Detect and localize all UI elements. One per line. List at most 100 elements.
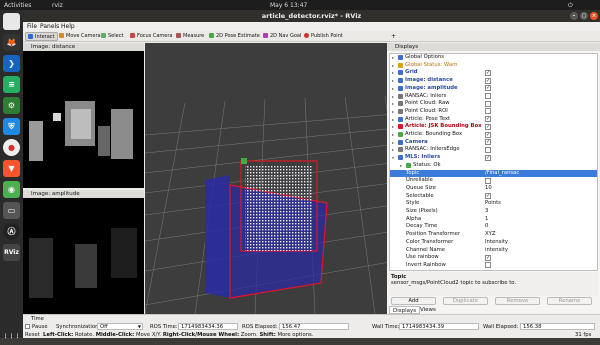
display-row[interactable]: Alpha 1 [390, 216, 597, 223]
display-row[interactable]: Color Transformer Intensity [390, 239, 597, 246]
clock[interactable]: May 6 13:47 [270, 2, 307, 9]
display-row[interactable]: Use rainbow ✓ [390, 254, 597, 261]
show-apps-icon[interactable]: ⋮⋮⋮ [3, 328, 21, 345]
enable-checkbox[interactable]: ✓ [485, 116, 491, 123]
enable-checkbox[interactable] [485, 262, 491, 269]
expand-arrow-icon[interactable]: ▸ [392, 93, 394, 100]
power-icon[interactable]: ⏻ [568, 2, 573, 10]
pause-checkbox[interactable] [25, 324, 30, 329]
window-titlebar[interactable]: article_detector.rviz* - RViz – □ × [23, 10, 600, 22]
firefox-icon[interactable]: 🦊 [3, 34, 20, 51]
display-row[interactable]: ▸ Global Options [390, 54, 597, 61]
nav-goal-button[interactable]: 2D Nav Goal [261, 32, 303, 41]
tab-views[interactable]: Views [417, 306, 439, 314]
select-button[interactable]: Select [99, 32, 125, 41]
rename-button[interactable]: Rename [547, 297, 592, 305]
reset-button[interactable]: Reset [25, 332, 40, 338]
app4-icon[interactable]: ▭ [3, 202, 20, 219]
display-row[interactable]: ▸ Global Status: Warn [390, 62, 597, 69]
update-icon[interactable]: Ⓐ [3, 223, 20, 240]
display-row[interactable]: Queue Size 10 [390, 185, 597, 192]
expand-arrow-icon[interactable]: ▸ [392, 100, 394, 107]
display-row-value[interactable]: 3 [485, 208, 488, 215]
display-row-value[interactable]: XYZ [485, 231, 496, 238]
display-row[interactable]: ▸ Image: amplitude ✓ [390, 85, 597, 92]
maximize-icon[interactable]: □ [580, 12, 588, 20]
move-camera-button[interactable]: Move Camera [57, 32, 103, 41]
expand-arrow-icon[interactable]: ▸ [392, 146, 394, 153]
minimize-icon[interactable]: – [570, 12, 578, 20]
display-row[interactable]: ▸ Camera ✓ [390, 139, 597, 146]
interact-button[interactable]: Interact [25, 32, 58, 41]
add-button[interactable]: Add [391, 297, 436, 305]
enable-checkbox[interactable]: ✓ [485, 131, 491, 138]
enable-checkbox[interactable]: ✓ [485, 254, 491, 261]
display-row-value[interactable]: 1 [485, 216, 488, 223]
enable-checkbox[interactable]: ✓ [485, 123, 491, 130]
display-row[interactable]: Topic/Final_ransac [390, 169, 597, 177]
display-row[interactable]: Style Points [390, 200, 597, 207]
display-row[interactable]: Size (Pixels) 3 [390, 208, 597, 215]
display-row[interactable]: ▾ MLS: Inliers ✓ [390, 154, 597, 161]
enable-checkbox[interactable]: ✓ [485, 77, 491, 84]
expand-arrow-icon[interactable]: ▸ [400, 162, 402, 169]
expand-arrow-icon[interactable]: ▸ [392, 139, 394, 146]
duplicate-button[interactable]: Duplicate [443, 297, 488, 305]
display-row[interactable]: ▸ Point Cloud: Raw [390, 100, 597, 107]
display-row-value[interactable]: Points [485, 200, 501, 207]
add-tool-icon[interactable]: + [389, 32, 398, 41]
app2-icon[interactable]: ⚙ [3, 97, 20, 114]
menu-panels[interactable]: Panels [40, 23, 59, 30]
display-row[interactable]: ▸ RANSAC: Inliers [390, 93, 597, 100]
expand-arrow-icon[interactable]: ▸ [392, 77, 394, 84]
image-distance-title[interactable]: Image: distance [23, 43, 144, 51]
files-icon[interactable] [3, 13, 20, 30]
app-menu[interactable]: rviz [52, 2, 63, 9]
displays-tree[interactable]: ▸ Global Options ▸ Global Status: Warn ▸ Grid… [389, 53, 598, 271]
measure-button[interactable]: Measure [174, 32, 206, 41]
close-icon[interactable]: × [590, 12, 598, 20]
displays-title[interactable]: Displays [387, 43, 600, 51]
brave-icon[interactable]: ▼ [3, 160, 20, 177]
display-row[interactable]: ▸ RANSAC: InliersEdge [390, 146, 597, 153]
sync-select[interactable]: Off ▼ [97, 323, 143, 330]
display-row[interactable]: ▸ Article: JSK Bounding Box ✓ [390, 123, 597, 130]
display-row-value[interactable]: intensity [485, 247, 508, 254]
display-row-value[interactable]: Intensity [485, 239, 508, 246]
expand-arrow-icon[interactable]: ▸ [392, 85, 394, 92]
display-row[interactable]: ▸ Article: Pose Text ✓ [390, 116, 597, 123]
display-row[interactable]: Position Transformer XYZ [390, 231, 597, 238]
display-row[interactable]: ▸ Article: Bounding Box ✓ [390, 131, 597, 138]
display-row[interactable]: ▸ Grid ✓ [390, 69, 597, 76]
display-row-value[interactable]: 0 [485, 223, 488, 230]
enable-checkbox[interactable]: ✓ [485, 69, 491, 76]
vscode-icon[interactable]: ❯ [3, 55, 20, 72]
expand-arrow-icon[interactable]: ▸ [392, 116, 394, 123]
enable-checkbox[interactable]: ✓ [485, 139, 491, 146]
enable-checkbox[interactable] [485, 177, 491, 184]
expand-arrow-icon[interactable]: ▸ [392, 108, 394, 115]
shield-icon[interactable]: ⛨ [3, 118, 20, 135]
display-row[interactable]: ▸ Point Cloud: ROI [390, 108, 597, 115]
activities-button[interactable]: Activities [4, 2, 31, 9]
display-row[interactable]: Invert Rainbow [390, 262, 597, 269]
enable-checkbox[interactable]: ✓ [485, 193, 491, 200]
enable-checkbox[interactable]: ✓ [485, 85, 491, 92]
enable-checkbox[interactable] [485, 108, 491, 115]
display-row[interactable]: Decay Time 0 [390, 223, 597, 230]
enable-checkbox[interactable]: ✓ [485, 154, 491, 161]
publish-point-button[interactable]: Publish Point [302, 32, 345, 41]
display-row[interactable]: Selectable ✓ [390, 193, 597, 200]
pose-estimate-button[interactable]: 2D Pose Estimate [207, 32, 262, 41]
app-icon[interactable]: ≡ [3, 76, 20, 93]
display-row[interactable]: Unreliable [390, 177, 597, 184]
display-row-value[interactable]: 10 [485, 185, 492, 192]
expand-arrow-icon[interactable]: ▾ [392, 154, 394, 161]
expand-arrow-icon[interactable]: ▸ [392, 131, 394, 138]
enable-checkbox[interactable] [485, 146, 491, 153]
display-row[interactable]: ▸ Image: distance ✓ [390, 77, 597, 84]
display-row[interactable]: Channel Name intensity [390, 247, 597, 254]
enable-checkbox[interactable] [485, 93, 491, 99]
display-row[interactable]: ▸ Status: Ok [390, 162, 597, 169]
tab-displays[interactable]: Displays [389, 306, 421, 314]
